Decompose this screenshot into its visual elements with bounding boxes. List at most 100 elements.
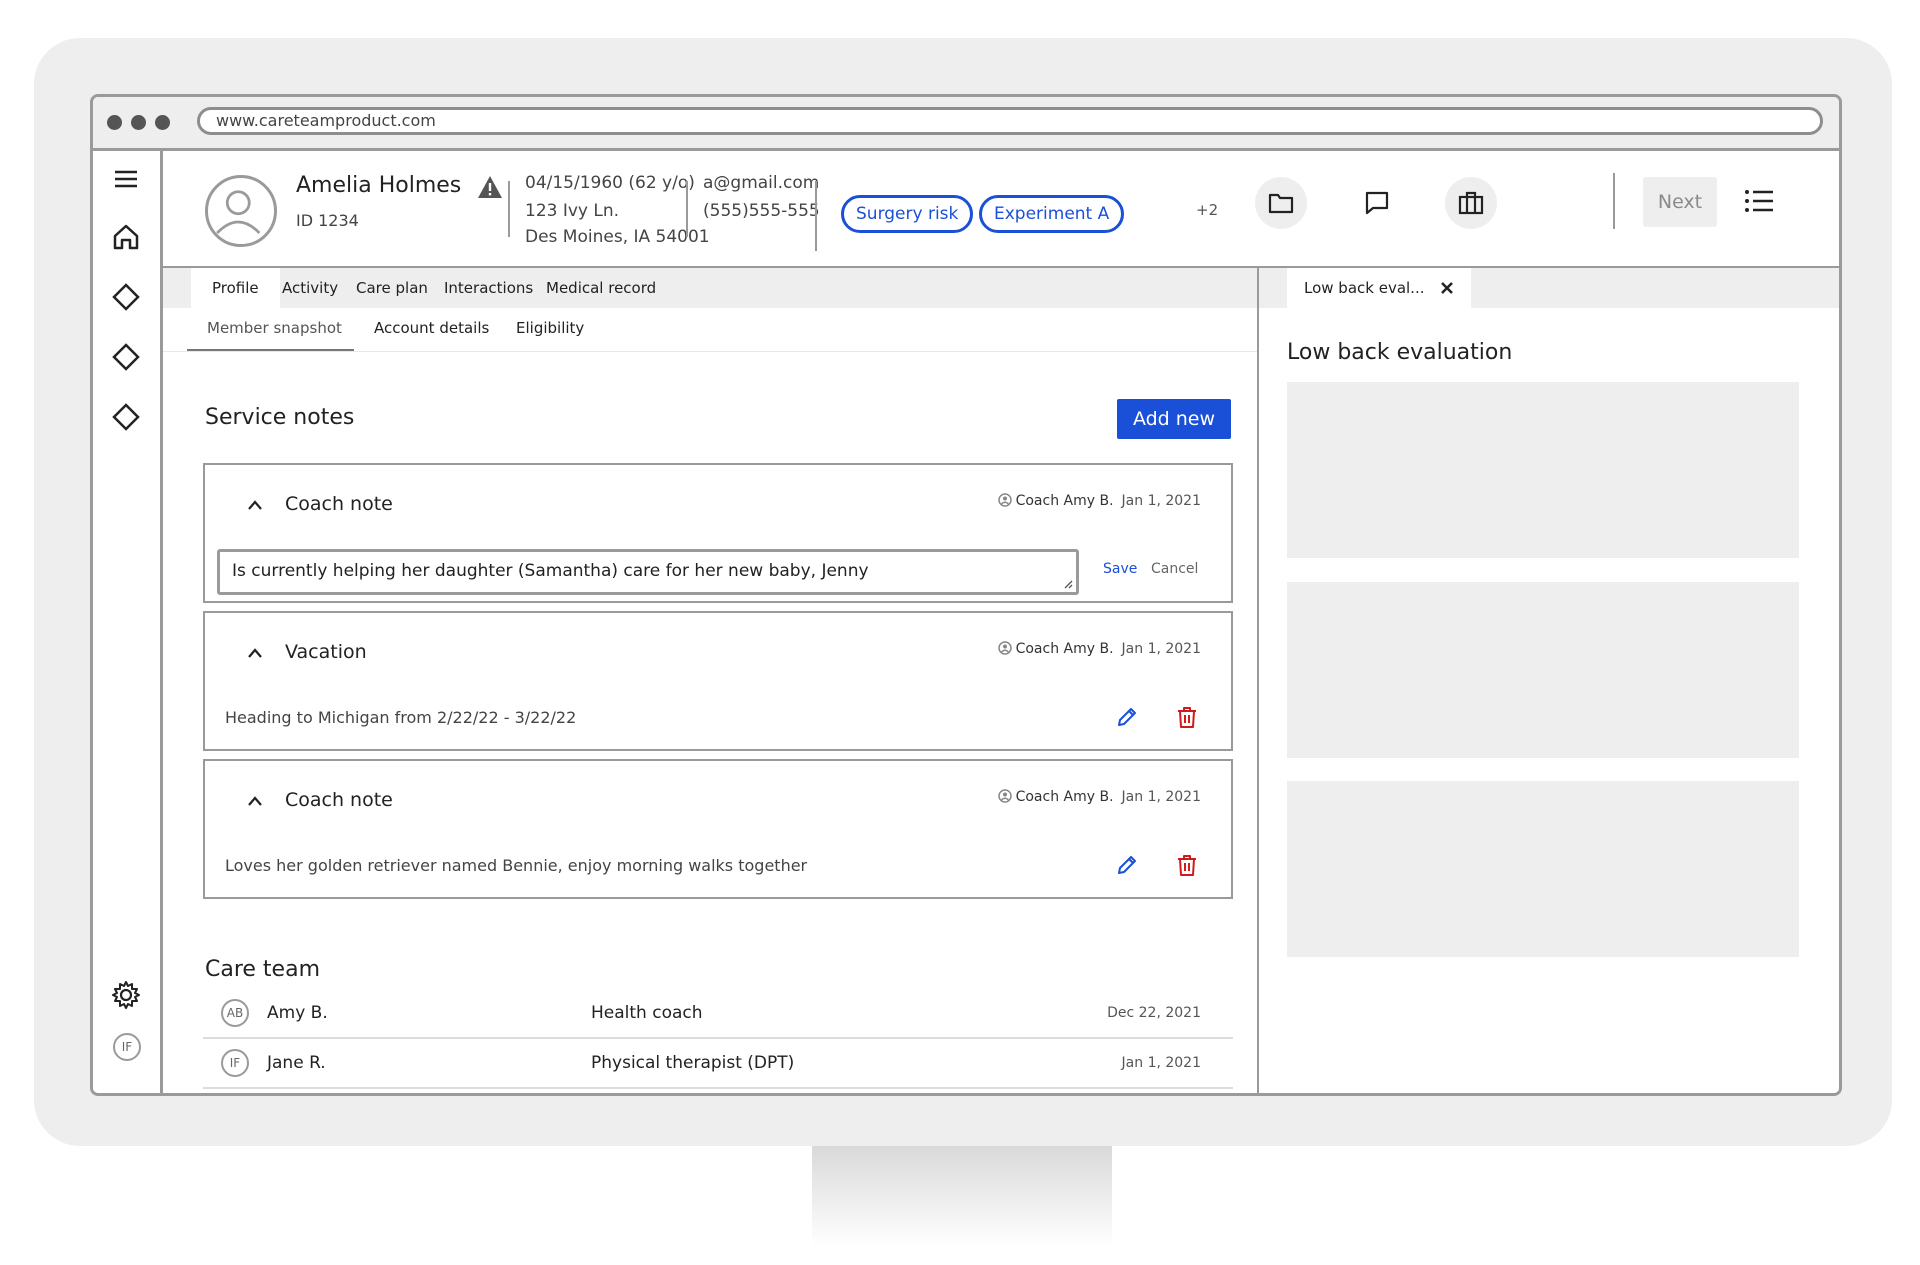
subtab-eligibility[interactable]: Eligibility (516, 308, 584, 352)
note-body: Heading to Michigan from 2/22/22 - 3/22/… (225, 708, 577, 727)
member-address-line2: Des Moines, IA 54001 (525, 227, 710, 247)
note-date: Jan 1, 2021 (1121, 789, 1201, 805)
briefcase-button[interactable] (1445, 177, 1497, 229)
member-email: a@gmail.com (703, 173, 820, 193)
header-divider (815, 181, 817, 251)
briefcase-icon (1458, 191, 1484, 215)
member-phone: (555)555-555 (703, 201, 820, 221)
member-header: Amelia Holmes ID 1234 04/15/1960 (62 y/o… (163, 151, 1839, 268)
right-panel-title: Low back evaluation (1287, 340, 1513, 365)
diamond-icon[interactable] (110, 281, 142, 313)
care-team-role: Physical therapist (DPT) (591, 1053, 795, 1073)
note-title: Coach note (285, 493, 393, 515)
next-button[interactable]: Next (1643, 177, 1717, 227)
member-id: ID 1234 (296, 211, 359, 230)
care-team-name: Amy B. (267, 1003, 328, 1023)
note-body: Loves her golden retriever named Bennie,… (225, 856, 808, 875)
pencil-icon[interactable] (1115, 853, 1139, 877)
primary-tabs: Profile Activity Care plan Interactions … (163, 268, 1263, 308)
home-icon[interactable] (110, 221, 142, 253)
close-icon[interactable] (1439, 280, 1455, 296)
window-maximize-dot[interactable] (155, 115, 170, 130)
chat-bubble-icon (1365, 191, 1389, 215)
user-circle-icon (997, 641, 1012, 655)
menu-icon[interactable] (110, 163, 142, 195)
diamond-icon[interactable] (110, 341, 142, 373)
cancel-link[interactable]: Cancel (1151, 561, 1198, 577)
member-name: Amelia Holmes (296, 173, 462, 198)
monitor-stand (812, 1146, 1112, 1246)
window-minimize-dot[interactable] (131, 115, 146, 130)
note-title: Coach note (285, 789, 393, 811)
warning-icon[interactable] (477, 175, 503, 199)
member-dob: 04/15/1960 (62 y/o) (525, 173, 695, 193)
content-placeholder (1287, 582, 1799, 758)
folder-icon (1268, 193, 1294, 214)
service-note: Coach note Coach Amy B. Jan 1, 2021 Loves… (203, 759, 1233, 899)
chevron-up-icon[interactable] (247, 499, 263, 511)
folder-button[interactable] (1255, 177, 1307, 229)
browser-chrome: www.careteamproduct.com (93, 97, 1839, 151)
gear-icon[interactable] (110, 979, 142, 1011)
care-team-row[interactable]: AB Amy B. Health coach Dec 22, 2021 (203, 989, 1233, 1039)
chevron-up-icon[interactable] (247, 647, 263, 659)
header-divider (1613, 173, 1615, 229)
note-date: Jan 1, 2021 (1121, 493, 1201, 509)
care-team-role: Health coach (591, 1003, 703, 1023)
service-note: Vacation Coach Amy B. Jan 1, 2021 Heading… (203, 611, 1233, 751)
subtab-divider (163, 351, 1263, 352)
content-placeholder (1287, 382, 1799, 558)
message-button[interactable] (1351, 177, 1403, 229)
service-notes-title: Service notes (205, 405, 355, 430)
header-divider (508, 181, 510, 237)
chevron-up-icon[interactable] (247, 795, 263, 807)
right-tab-label: Low back eval... (1304, 279, 1425, 297)
tag-surgery-risk[interactable]: Surgery risk (841, 195, 974, 233)
member-avatar (205, 175, 277, 247)
window-close-dot[interactable] (107, 115, 122, 130)
resize-handle-icon[interactable] (1063, 579, 1073, 589)
right-panel-tabs: Low back eval... (1259, 268, 1839, 308)
content-placeholder (1287, 781, 1799, 957)
more-tags-count[interactable]: +2 (1196, 201, 1218, 219)
note-meta: Coach Amy B. Jan 1, 2021 (997, 789, 1201, 805)
care-team-date: Jan 1, 2021 (1121, 1055, 1201, 1071)
subtab-member-snapshot[interactable]: Member snapshot (187, 308, 354, 352)
member-initials-avatar: AB (221, 999, 249, 1027)
right-panel: Low back eval... Low back evaluation (1257, 268, 1839, 1093)
left-nav: IF (93, 151, 163, 1093)
member-initials-avatar: IF (221, 1049, 249, 1077)
care-team-name: Jane R. (267, 1053, 326, 1073)
address-bar[interactable]: www.careteamproduct.com (197, 107, 1823, 135)
user-circle-icon (997, 493, 1012, 507)
care-team-date: Dec 22, 2021 (1107, 1005, 1201, 1021)
tab-low-back-evaluation[interactable]: Low back eval... (1287, 268, 1471, 308)
save-link[interactable]: Save (1103, 561, 1137, 577)
note-title: Vacation (285, 641, 367, 663)
subtab-account-details[interactable]: Account details (374, 308, 489, 352)
list-view-icon[interactable] (1743, 187, 1775, 215)
note-meta: Coach Amy B. Jan 1, 2021 (997, 493, 1201, 509)
service-note: Coach note Coach Amy B. Jan 1, 2021 Is cu… (203, 463, 1233, 603)
browser-window: www.careteamproduct.com IF Amelia Holmes (90, 94, 1842, 1096)
tag-experiment-a[interactable]: Experiment A (979, 195, 1125, 233)
add-new-button[interactable]: Add new (1117, 399, 1231, 439)
member-address-line1: 123 Ivy Ln. (525, 201, 620, 221)
tab-medical-record[interactable]: Medical record (525, 268, 677, 308)
header-divider (686, 181, 688, 237)
user-circle-icon (997, 789, 1012, 803)
note-edit-value: Is currently helping her daughter (Saman… (232, 561, 869, 581)
note-date: Jan 1, 2021 (1121, 641, 1201, 657)
care-team-row[interactable]: IF Jane R. Physical therapist (DPT) Jan … (203, 1039, 1233, 1089)
note-author: Coach Amy B. (1015, 641, 1114, 657)
diamond-icon[interactable] (110, 401, 142, 433)
note-meta: Coach Amy B. Jan 1, 2021 (997, 641, 1201, 657)
pencil-icon[interactable] (1115, 705, 1139, 729)
note-edit-input[interactable]: Is currently helping her daughter (Saman… (217, 549, 1079, 595)
trash-icon[interactable] (1175, 853, 1199, 877)
trash-icon[interactable] (1175, 705, 1199, 729)
note-author: Coach Amy B. (1015, 493, 1114, 509)
user-avatar[interactable]: IF (113, 1033, 141, 1061)
care-team-title: Care team (205, 957, 321, 982)
note-author: Coach Amy B. (1015, 789, 1114, 805)
